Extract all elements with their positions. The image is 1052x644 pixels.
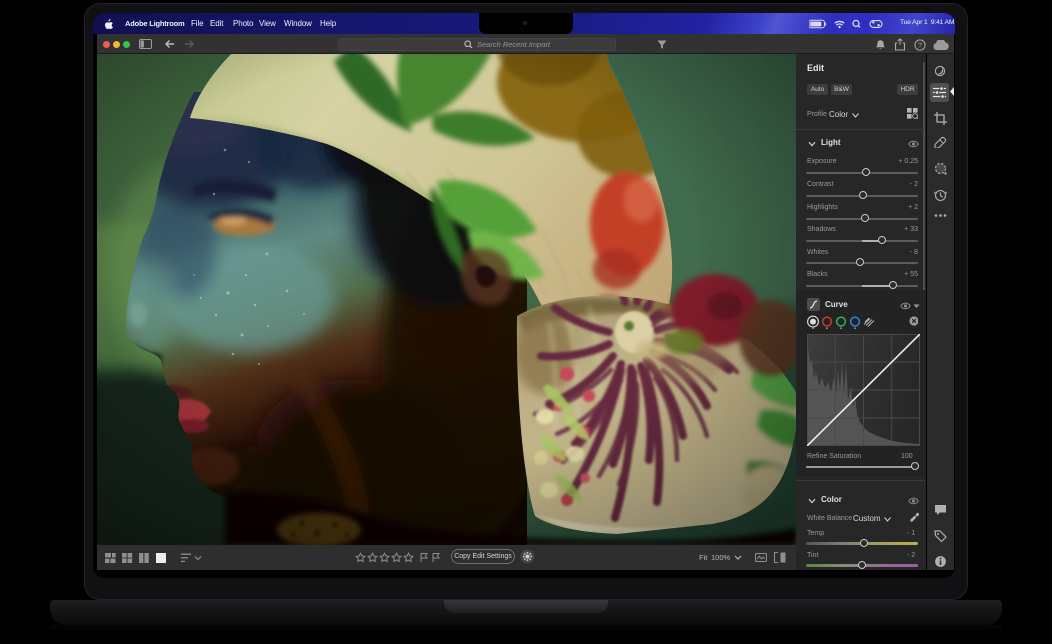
svg-text:?: ?: [918, 40, 922, 49]
